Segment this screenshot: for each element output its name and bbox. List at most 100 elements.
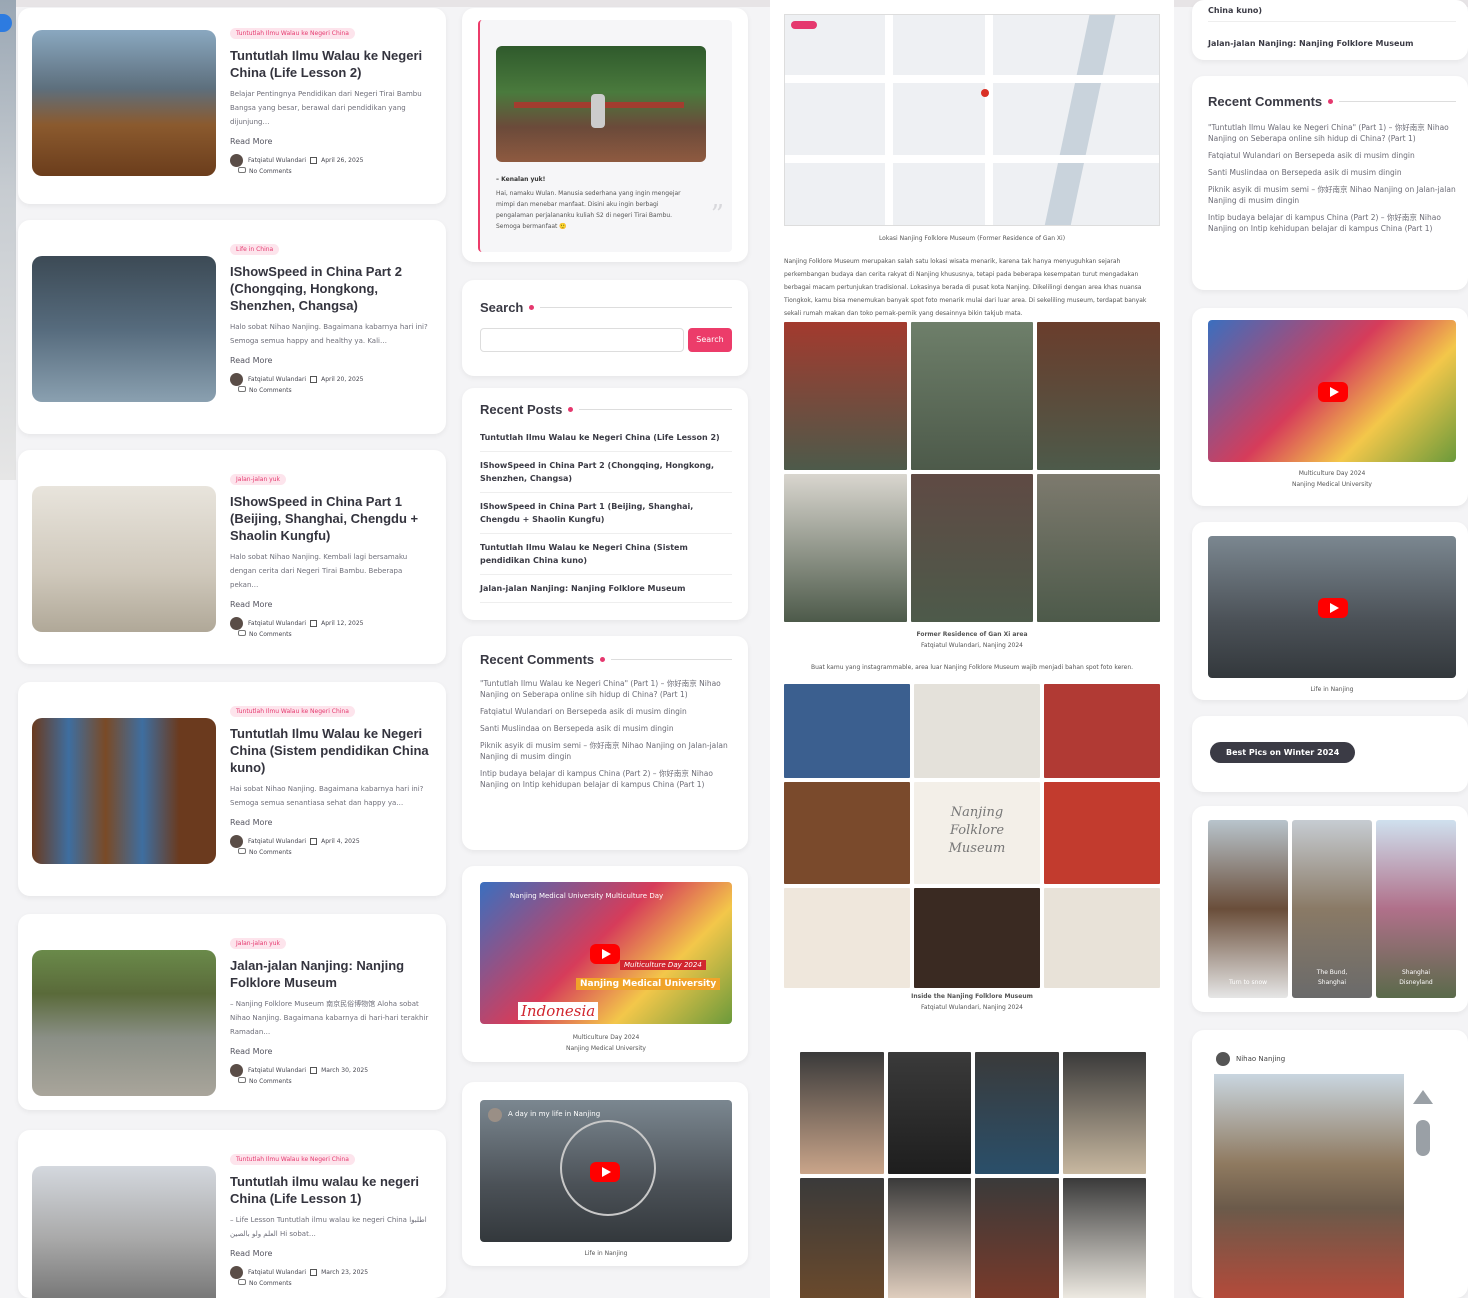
post-author[interactable]: Fatqiatul Wulandari <box>248 618 306 630</box>
right-recent-comment[interactable]: Intip budaya belajar di kampus China (Pa… <box>1208 212 1456 234</box>
right-recent-comment[interactable]: Fatqiatul Wulandari on Bersepeda asik di… <box>1208 150 1456 161</box>
best-pics-winter-button[interactable]: Best Pics on Winter 2024 <box>1210 742 1356 763</box>
gallery-photo[interactable] <box>887 1052 971 1174</box>
post-title[interactable]: Tuntutlah Ilmu Walau ke Negeri China (Li… <box>230 47 430 81</box>
map-embed[interactable] <box>784 14 1160 226</box>
scrollbar-thumb[interactable] <box>1416 1120 1430 1156</box>
ig-collage[interactable] <box>1214 1074 1404 1298</box>
gallery-photo[interactable] <box>784 684 910 778</box>
recent-post-link[interactable]: IShowSpeed in China Part 1 (Beijing, Sha… <box>480 493 732 534</box>
right-recent-comment[interactable]: Piknik asyik di musim semi – 你好南京 Nihao … <box>1208 184 1456 206</box>
gallery-photo[interactable] <box>1062 1178 1146 1298</box>
post-title[interactable]: IShowSpeed in China Part 1 (Beijing, Sha… <box>230 493 430 544</box>
video-thumbnail-dayinlife[interactable]: A day in my life in Nanjing <box>480 1100 732 1242</box>
right-recent-post[interactable]: Jalan-jalan Nanjing: Nanjing Folklore Mu… <box>1208 30 1456 57</box>
post-comments[interactable]: No Comments <box>249 387 292 394</box>
post-title[interactable]: IShowSpeed in China Part 2 (Chongqing, H… <box>230 263 430 314</box>
read-more-link[interactable]: Read More <box>230 1047 430 1056</box>
post-thumbnail[interactable] <box>32 256 216 402</box>
gallery-photo[interactable] <box>914 888 1040 988</box>
read-more-link[interactable]: Read More <box>230 818 430 827</box>
recent-post-link[interactable]: Jalan-jalan Nanjing: Nanjing Folklore Mu… <box>480 575 732 603</box>
post-category[interactable]: Tuntutlah Ilmu Walau ke Negeri China <box>230 706 355 717</box>
post-category[interactable]: Jalan-jalan yuk <box>230 474 286 485</box>
post-comments[interactable]: No Comments <box>249 631 292 638</box>
gallery-photo[interactable] <box>784 474 907 622</box>
author-avatar <box>230 154 243 167</box>
recent-post-link[interactable]: Tuntutlah Ilmu Walau ke Negeri China (Li… <box>480 424 732 452</box>
video-thumbnail-multiculture[interactable]: Nanjing Medical University Multiculture … <box>480 882 732 1024</box>
gallery-photo[interactable] <box>800 1052 884 1174</box>
recent-comment[interactable]: Fatqiatul Wulandari on Bersepeda asik di… <box>480 706 732 717</box>
post-excerpt: – Life Lesson Tuntutlah ilmu walau ke ne… <box>230 1216 427 1238</box>
recent-comment[interactable]: Piknik asyik di musim semi – 你好南京 Nihao … <box>480 740 732 762</box>
post-comments[interactable]: No Comments <box>249 168 292 175</box>
right-recent-comment[interactable]: "Tuntutlah Ilmu Walau ke Negeri China" (… <box>1208 122 1456 144</box>
play-icon[interactable] <box>1318 382 1348 402</box>
post-thumbnail[interactable] <box>32 718 216 864</box>
winter-photo[interactable]: Turn to snow <box>1208 820 1288 998</box>
post-thumbnail[interactable] <box>32 30 216 176</box>
gallery-photo[interactable] <box>910 474 1034 622</box>
read-more-link[interactable]: Read More <box>230 600 430 609</box>
gallery-photo[interactable] <box>910 322 1034 470</box>
read-more-link[interactable]: Read More <box>230 1249 430 1258</box>
post-author[interactable]: Fatqiatul Wulandari <box>248 1065 306 1077</box>
gallery-photo[interactable] <box>1044 782 1160 884</box>
gallery-photo[interactable] <box>1037 322 1160 470</box>
search-input[interactable] <box>480 328 684 352</box>
post-category[interactable]: Tuntutlah Ilmu Walau ke Negeri China <box>230 1154 355 1165</box>
post-category[interactable]: Jalan-jalan yuk <box>230 938 286 949</box>
gallery-photo[interactable] <box>1044 888 1160 988</box>
play-icon[interactable] <box>590 944 620 964</box>
post-comments[interactable]: No Comments <box>249 1280 292 1287</box>
read-more-link[interactable]: Read More <box>230 137 430 146</box>
grid1-caption-2: Fatqiatul Wulandari, Nanjing 2024 <box>920 642 1023 649</box>
read-more-link[interactable]: Read More <box>230 356 430 365</box>
scroll-up-icon[interactable] <box>1413 1090 1433 1104</box>
post-thumbnail[interactable] <box>32 950 216 1096</box>
post-thumbnail[interactable] <box>32 486 216 632</box>
gallery-photo[interactable] <box>887 1178 971 1298</box>
recent-comment[interactable]: Intip budaya belajar di kampus China (Pa… <box>480 768 732 790</box>
post-author[interactable]: Fatqiatul Wulandari <box>248 155 306 167</box>
author-avatar <box>230 1064 243 1077</box>
gallery-photo[interactable] <box>1044 684 1160 778</box>
gallery-photo[interactable] <box>1062 1052 1146 1174</box>
gallery-photo[interactable]: Nanjing Folklore Museum <box>914 782 1040 884</box>
gallery-photo[interactable] <box>914 684 1040 778</box>
right-video-thumbnail-2[interactable] <box>1208 536 1456 678</box>
gallery-photo[interactable] <box>1037 474 1160 622</box>
gallery-photo[interactable] <box>784 782 910 884</box>
gallery-photo[interactable] <box>800 1178 884 1298</box>
search-button[interactable]: Search <box>688 328 732 352</box>
post-author[interactable]: Fatqiatul Wulandari <box>248 374 306 386</box>
gallery-photo[interactable] <box>784 888 910 988</box>
post-author[interactable]: Fatqiatul Wulandari <box>248 1267 306 1279</box>
post-title[interactable]: Tuntutlah ilmu walau ke negeri China (Li… <box>230 1173 430 1207</box>
recent-comment[interactable]: "Tuntutlah Ilmu Walau ke Negeri China" (… <box>480 678 732 700</box>
post-comments[interactable]: No Comments <box>249 849 292 856</box>
gallery-photo[interactable] <box>975 1178 1059 1298</box>
play-icon[interactable] <box>590 1162 620 1182</box>
right-recent-post[interactable]: China kuno) <box>1208 0 1456 22</box>
right-recent-comment[interactable]: Santi Muslindaa on Bersepeda asik di mus… <box>1208 167 1456 178</box>
gallery-photo[interactable] <box>784 322 907 470</box>
post-title[interactable]: Tuntutlah Ilmu Walau ke Negeri China (Si… <box>230 725 430 776</box>
post-thumbnail[interactable] <box>32 1166 216 1298</box>
post-category[interactable]: Tuntutlah Ilmu Walau ke Negeri China <box>230 28 355 39</box>
gallery-photo[interactable] <box>975 1052 1059 1174</box>
post-author[interactable]: Fatqiatul Wulandari <box>248 836 306 848</box>
post-comments[interactable]: No Comments <box>249 1078 292 1085</box>
winter-photo[interactable]: The Bund, Shanghai <box>1292 820 1372 998</box>
recent-comment[interactable]: Santi Muslindaa on Bersepeda asik di mus… <box>480 723 732 734</box>
post-category[interactable]: Life in China <box>230 244 280 255</box>
winter-photo[interactable]: Shanghai Disneyland <box>1376 820 1456 998</box>
recent-post-link[interactable]: IShowSpeed in China Part 2 (Chongqing, H… <box>480 452 732 493</box>
share-icon[interactable] <box>0 14 12 32</box>
post-card: Jalan-jalan yuk Jalan-jalan Nanjing: Nanj… <box>18 914 446 1110</box>
recent-post-link[interactable]: Tuntutlah Ilmu Walau ke Negeri China (Si… <box>480 534 732 575</box>
play-icon[interactable] <box>1318 598 1348 618</box>
post-title[interactable]: Jalan-jalan Nanjing: Nanjing Folklore Mu… <box>230 957 430 991</box>
right-video-thumbnail[interactable] <box>1208 320 1456 462</box>
